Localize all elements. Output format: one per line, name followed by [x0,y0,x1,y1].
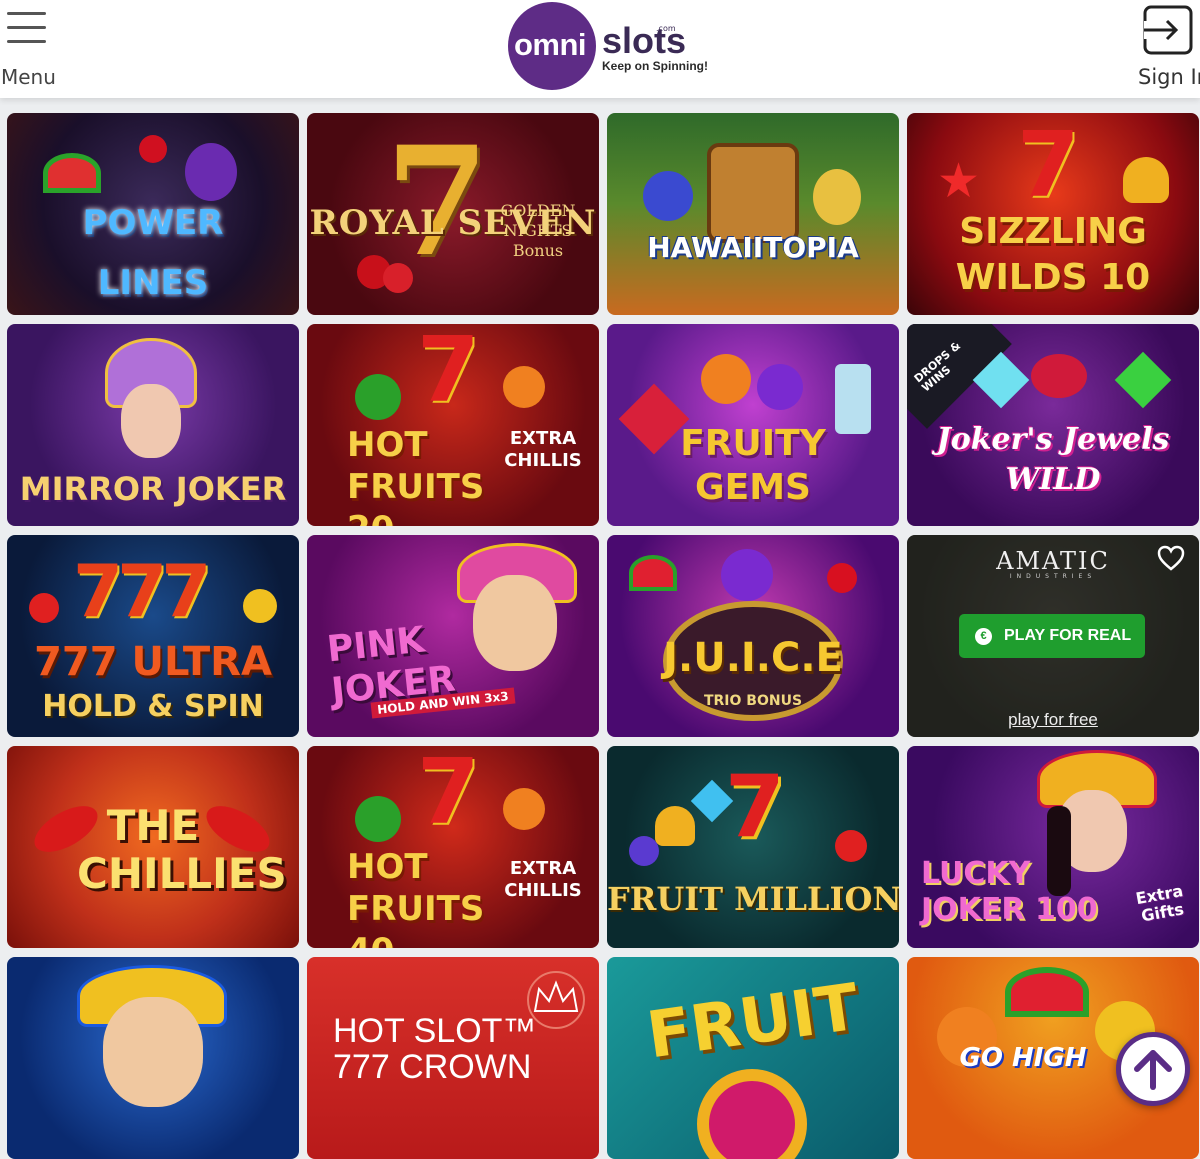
game-tile[interactable] [7,957,299,1159]
fruit-art [827,563,857,593]
games-grid: POWER LINES 7 ROYAL SEVEN GOLDEN NIGHTS … [7,113,1200,1159]
game-tile[interactable]: 7 ROYAL SEVEN GOLDEN NIGHTS Bonus [307,113,599,315]
menu-button[interactable]: Menu [0,8,60,90]
fruit-art [29,593,59,623]
game-tile[interactable]: HAWAIITOPIA [607,113,899,315]
seven-art: 777 [73,549,211,633]
fruit-art [757,364,803,410]
logo-circle-text: omni [514,27,587,62]
game-tile[interactable]: 7 HOT FRUITS 20 EXTRA CHILLIS [307,324,599,526]
game-subtitle: GOLDEN NIGHTS Bonus [500,201,576,260]
logo-tagline: Keep on Spinning! [602,59,708,73]
game-title: SIZZLING WILDS 10 [955,211,1151,298]
game-subtitle: EXTRA CHILLIS [504,858,582,901]
fruit-art [43,153,101,193]
fruit-art [355,796,401,842]
game-tile[interactable]: THE CHILLIES [7,746,299,948]
game-tile[interactable]: DROPS & WINS Joker's Jewels WILD [907,324,1199,526]
game-subtitle: EXTRA CHILLIS [504,428,582,471]
heart-icon[interactable] [1157,545,1185,571]
game-tile[interactable]: POWER LINES [7,113,299,315]
game-tile[interactable]: FRUITY GEMS [607,324,899,526]
game-title: FRUIT MILLION [607,880,899,918]
game-tile[interactable]: 7 HOT FRUITS 40 EXTRA CHILLIS [307,746,599,948]
fruit-art [503,788,545,830]
site-header: Menu omni slots .com Keep on Spinning! S… [0,0,1200,98]
game-title: 777 ULTRA [34,639,272,685]
game-subtitle: TRIO BONUS [703,693,803,709]
game-title: HOT SLOT™ 777 CROWN [333,1012,537,1086]
game-title: THE CHILLIES [77,801,287,898]
fruit-art [629,555,677,591]
bell-art [1123,157,1169,203]
fruit-art [697,1069,807,1159]
game-tile[interactable]: PINK JOKER HOLD AND WIN 3x3 [307,535,599,737]
play-for-real-label: PLAY FOR REAL [1004,627,1132,644]
euro-icon: € [975,627,992,645]
logo-com: .com [656,24,676,33]
scroll-to-top-button[interactable] [1116,1032,1190,1106]
seven-art: 7 [725,757,785,857]
fruit-art [813,169,861,225]
gem-art [1114,351,1172,409]
fruit-art [243,589,277,623]
game-tile[interactable]: 7 ★ SIZZLING WILDS 10 [907,113,1199,315]
game-tile[interactable]: MIRROR JOKER [7,324,299,526]
game-title: FRUITY GEMS [680,423,826,508]
fruit-art [629,836,659,866]
fruit-art [1005,967,1089,1017]
bell-art [655,806,695,846]
game-tile[interactable]: 7 FRUIT MILLION [607,746,899,948]
fruit-art [355,374,401,420]
menu-label: Menu [1,65,56,89]
joker-face-art [121,384,181,458]
fruit-art [701,354,751,404]
fruit-art [643,171,693,221]
tiki-art [707,143,799,243]
game-tile[interactable]: J.U.I.C.E TRIO BONUS [607,535,899,737]
game-subtitle: HOLD & SPIN [42,689,264,724]
game-tile[interactable]: FRUIT [607,957,899,1159]
game-title: FRUIT [642,970,864,1074]
arrow-up-icon [1134,1050,1172,1090]
sign-in-icon [1143,5,1193,55]
fruit-art [835,830,867,862]
star-art: ★ [937,153,981,209]
game-title: MIRROR JOKER [19,470,287,508]
game-tile-hovered[interactable]: AMATIC INDUSTRIES € PLAY FOR REAL play f… [907,535,1199,737]
seven-art: 7 [417,324,480,423]
seven-art: 7 [417,746,480,845]
seven-art: 7 [385,114,490,290]
seven-art: 7 [1017,113,1080,218]
provider-subtitle: INDUSTRIES [1009,573,1097,580]
game-tile[interactable]: LUCKY JOKER 100 Extra Gifts [907,746,1199,948]
play-for-free-link[interactable]: play for free [907,710,1199,730]
provider-name: AMATIC [996,547,1110,575]
game-tile[interactable]: 777 777 ULTRA HOLD & SPIN [7,535,299,737]
play-for-real-button[interactable]: € PLAY FOR REAL [959,614,1145,658]
sign-in-button[interactable]: Sign In [1136,4,1200,92]
site-logo[interactable]: omni slots .com Keep on Spinning! [508,2,708,92]
game-title: Joker's Jewels WILD [936,422,1170,497]
game-title: HAWAIITOPIA [647,231,859,264]
game-title: POWER LINES [82,203,224,303]
game-tile[interactable]: HOT SLOT™ 777 CROWN [307,957,599,1159]
fruit-art [503,366,545,408]
fruit-art [139,135,167,163]
joker-face-art [103,997,203,1107]
game-title: J.U.I.C.E [663,635,843,681]
sign-in-label: Sign In [1138,65,1200,89]
fruit-art [721,549,773,601]
jester-shoe-art [1031,354,1087,398]
cherry-art [383,263,413,293]
